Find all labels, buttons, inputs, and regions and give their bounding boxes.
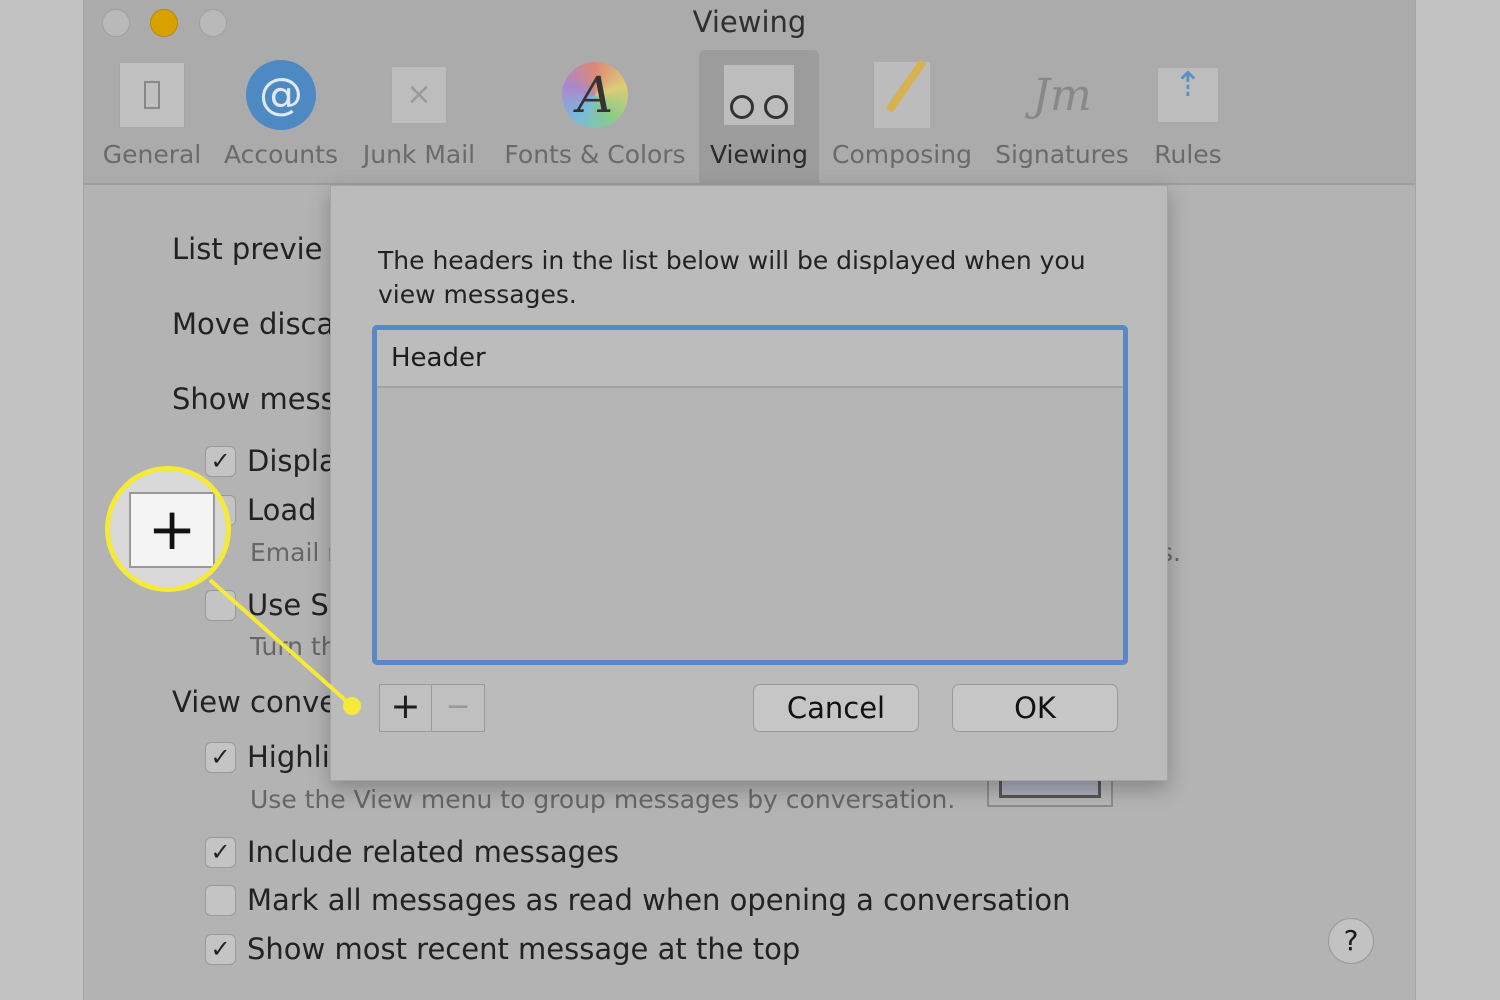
zoom-callout: +: [105, 466, 231, 592]
callout-pointer: [208, 578, 361, 715]
magnified-add-button: +: [129, 492, 215, 568]
callout-line: [208, 578, 354, 708]
callout-dot: [343, 697, 361, 715]
